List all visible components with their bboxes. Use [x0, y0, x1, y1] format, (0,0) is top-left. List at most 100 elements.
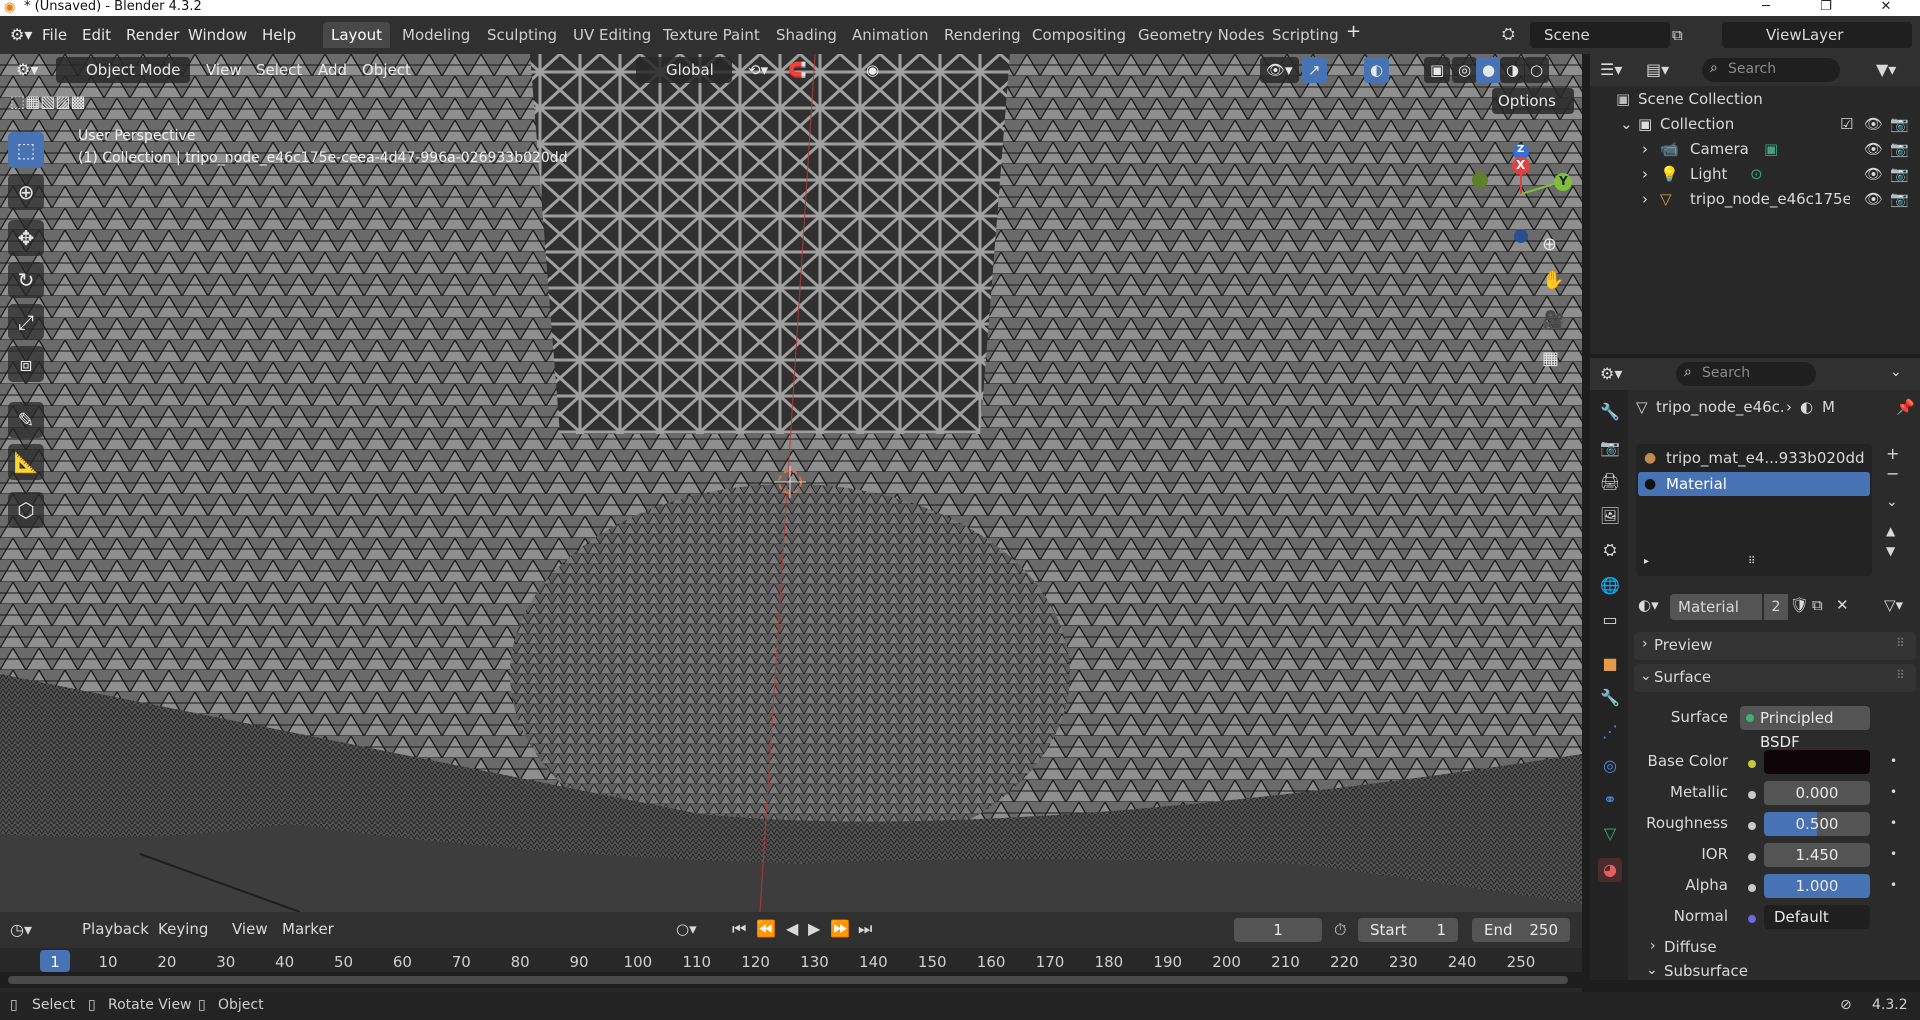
jump-key-back-icon[interactable]: ⏪	[756, 919, 776, 938]
measure-tool-icon[interactable]: 📐	[8, 444, 44, 480]
add-cube-tool-icon[interactable]: ⬡	[8, 492, 44, 528]
particles-tab-icon[interactable]: ⋰	[1598, 720, 1622, 744]
current-frame-field[interactable]: 1	[1234, 918, 1322, 942]
menu-select[interactable]: Select	[250, 57, 308, 83]
editor-type-icon[interactable]: ⚙▾	[10, 57, 44, 83]
add-slot-icon[interactable]: +	[1886, 444, 1899, 463]
menu-add[interactable]: Add	[312, 57, 353, 83]
view-layer-tab-icon[interactable]: 🖼	[1598, 504, 1622, 528]
orientation-selector[interactable]: Global	[636, 57, 732, 83]
unlink-icon[interactable]: ✕	[1836, 596, 1849, 614]
modifier-tab-icon[interactable]: 🔧	[1598, 686, 1622, 710]
chevron-right-icon[interactable]: ›	[1642, 187, 1648, 212]
render-tab-icon[interactable]: 📷	[1598, 436, 1622, 460]
keyframe-dot-icon[interactable]: •	[1890, 785, 1897, 799]
outliner-row-light[interactable]: › 💡 Light ⊙ 👁 📷	[1590, 162, 1920, 187]
perspective-toggle-icon[interactable]: ▦	[1542, 348, 1559, 369]
keyframe-dot-icon[interactable]: •	[1890, 847, 1897, 861]
menu-render[interactable]: Render	[126, 25, 179, 45]
copy-scene-icon[interactable]: ⧉	[1672, 26, 1683, 44]
scene-tab-icon[interactable]: ⛭	[1598, 538, 1622, 562]
render-camera-icon[interactable]: 📷	[1890, 187, 1909, 212]
overlay-toggle-icon[interactable]: ◐	[1364, 57, 1390, 83]
scene-icon[interactable]: ⛭	[1502, 22, 1524, 46]
fake-user-icon[interactable]: 🛡	[1790, 596, 1809, 614]
material-browse-icon[interactable]: ◐▾	[1638, 596, 1659, 614]
snap-icon[interactable]: 🧲	[782, 57, 813, 83]
eye-icon[interactable]: 👁	[1864, 137, 1883, 162]
surface-panel-header[interactable]: ⌄ Surface ⠿	[1634, 664, 1916, 692]
shading-solid-icon[interactable]: ●	[1476, 57, 1502, 83]
pin-icon[interactable]: 📌	[1896, 398, 1915, 416]
menu-playback[interactable]: Playback	[82, 920, 149, 938]
remove-slot-icon[interactable]: −	[1886, 464, 1899, 483]
close-icon[interactable]: ✕	[1866, 0, 1906, 16]
gizmo-toggle-icon[interactable]: ↗	[1302, 57, 1327, 83]
scale-tool-icon[interactable]: ⤢	[8, 304, 44, 340]
outliner-search[interactable]: ⌕ Search	[1702, 58, 1840, 82]
chevron-down-icon[interactable]: ⌄	[1620, 112, 1633, 137]
metallic-field[interactable]: 0.000	[1764, 781, 1870, 805]
checkbox-icon[interactable]: ☑	[1840, 112, 1853, 137]
base-color-swatch[interactable]	[1764, 750, 1870, 774]
menu-object[interactable]: Object	[356, 57, 417, 83]
drag-handle-icon[interactable]: ⠿	[1896, 636, 1905, 650]
tab-texture-paint[interactable]: Texture Paint	[655, 22, 768, 48]
outliner-row-mesh[interactable]: › ▽ tripo_node_e46c175e 👁 📷	[1590, 187, 1920, 212]
slot-specials-icon[interactable]: ⌄	[1886, 494, 1898, 510]
annotate-tool-icon[interactable]: ✎	[8, 402, 44, 438]
collection-tab-icon[interactable]: ▭	[1598, 608, 1622, 632]
keyframe-dot-icon[interactable]: •	[1890, 754, 1897, 768]
tool-tab-icon[interactable]: 🔧	[1598, 400, 1622, 424]
editor-type-icon[interactable]: ◷▾	[10, 920, 32, 939]
tab-rendering[interactable]: Rendering	[936, 22, 1029, 48]
transform-tool-icon[interactable]: ⧈	[8, 346, 44, 382]
move-tool-icon[interactable]: ✥	[8, 220, 44, 256]
menu-marker[interactable]: Marker	[282, 920, 334, 938]
mode-selector[interactable]: Object Mode	[56, 57, 190, 83]
tab-sculpting[interactable]: Sculpting	[479, 22, 565, 48]
tab-animation[interactable]: Animation	[844, 22, 936, 48]
editor-type-icon[interactable]: ⚙▾	[10, 25, 32, 45]
3d-viewport[interactable]: ⚙▾ Object Mode View Select Add Object Gl…	[0, 54, 1582, 912]
scene-selector[interactable]: Scene	[1530, 22, 1670, 48]
material-name-field[interactable]: Material	[1670, 594, 1762, 620]
tab-shading[interactable]: Shading	[768, 22, 845, 48]
surface-shader-field[interactable]: Principled BSDF	[1740, 706, 1870, 751]
material-slot-row-selected[interactable]: ● Material	[1638, 472, 1870, 496]
select-tool-icon[interactable]: ⬚	[8, 132, 44, 168]
start-frame-field[interactable]: Start 1	[1358, 918, 1458, 942]
stopwatch-icon[interactable]: ⏱	[1334, 920, 1346, 940]
shading-material-icon[interactable]: ◑	[1500, 57, 1526, 83]
move-up-icon[interactable]: ▲	[1886, 524, 1895, 538]
display-mode-icon[interactable]: ▤▾	[1646, 60, 1669, 79]
properties-search[interactable]: ⌕ Search	[1676, 362, 1816, 386]
diffuse-panel-header[interactable]: › Diffuse	[1634, 936, 1916, 960]
expand-icon[interactable]: ▸	[1644, 556, 1649, 567]
play-icon[interactable]: ▶	[808, 919, 820, 938]
move-down-icon[interactable]: ▼	[1886, 544, 1895, 558]
eye-icon[interactable]: 👁	[1864, 112, 1883, 137]
render-camera-icon[interactable]: 📷	[1890, 162, 1909, 187]
play-reverse-icon[interactable]: ◀	[786, 919, 798, 938]
normal-field[interactable]: Default	[1764, 905, 1870, 929]
world-tab-icon[interactable]: 🌐	[1598, 574, 1622, 598]
timeline-scrollbar-track[interactable]	[0, 972, 1582, 988]
maximize-icon[interactable]: ❐	[1806, 0, 1846, 16]
render-camera-icon[interactable]: 📷	[1890, 137, 1909, 162]
menu-view[interactable]: View	[200, 57, 248, 83]
roughness-field[interactable]: 0.500	[1764, 812, 1870, 836]
ior-field[interactable]: 1.450	[1764, 843, 1870, 867]
material-slot-list[interactable]: ● tripo_mat_e4...933b020dd ● Material ▸ …	[1636, 444, 1872, 576]
timeline-scrollbar[interactable]	[8, 976, 1568, 984]
material-datablock[interactable]: ◐▾ Material 2 🛡 ⧉ ✕ ▽▾	[1632, 594, 1918, 620]
camera-view-icon[interactable]: 🎥	[1542, 310, 1564, 331]
keyframe-dot-icon[interactable]: •	[1890, 878, 1897, 892]
eye-icon[interactable]: 👁	[1864, 162, 1883, 187]
material-tab-icon[interactable]: ◕	[1598, 858, 1622, 882]
resize-grip-icon[interactable]: ⠿	[1748, 556, 1755, 567]
tab-scripting[interactable]: Scripting	[1264, 22, 1347, 48]
end-frame-field[interactable]: End 250	[1472, 918, 1570, 942]
material-users-count[interactable]: 2	[1764, 594, 1788, 620]
menu-help[interactable]: Help	[262, 25, 296, 45]
